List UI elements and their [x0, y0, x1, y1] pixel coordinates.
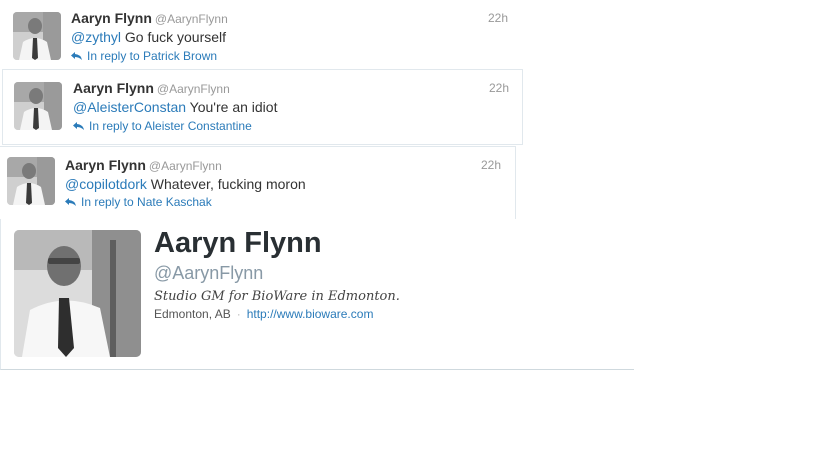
reply-arrow-icon — [71, 50, 82, 64]
tweet-item[interactable]: Aaryn Flynn @AarynFlynn 22h @AleisterCons… — [2, 69, 523, 145]
in-reply-to-link[interactable]: In reply to Patrick Brown — [71, 49, 217, 64]
profile-handle: @AarynFlynn — [154, 263, 264, 283]
avatar[interactable] — [7, 157, 55, 205]
profile-meta: Edmonton, AB · http://www.bioware.com — [154, 307, 373, 321]
reply-arrow-icon — [73, 120, 84, 134]
avatar[interactable] — [14, 82, 62, 130]
tweet-header: Aaryn Flynn @AarynFlynn — [65, 157, 222, 175]
in-reply-to-link[interactable]: In reply to Nate Kaschak — [65, 195, 212, 210]
profile-card: Aaryn Flynn @AarynFlynn Studio GM for Bi… — [0, 219, 634, 370]
in-reply-to-link[interactable]: In reply to Aleister Constantine — [73, 119, 252, 134]
tweet-body: Whatever, fucking moron — [146, 176, 306, 192]
tweet-text: @zythyl Go fuck yourself — [71, 29, 226, 45]
reply-label: In reply to Aleister Constantine — [89, 119, 252, 133]
author-handle[interactable]: @AarynFlynn — [149, 159, 222, 173]
avatar[interactable] — [13, 12, 61, 60]
author-handle[interactable]: @AarynFlynn — [157, 82, 230, 96]
tweet-header: Aaryn Flynn @AarynFlynn — [71, 10, 228, 28]
author-handle[interactable]: @AarynFlynn — [155, 12, 228, 26]
profile-location: Edmonton, AB — [154, 307, 231, 321]
mention-link[interactable]: @copilotdork — [65, 176, 147, 192]
tweet-text: @AleisterConstan You're an idiot — [73, 99, 277, 115]
profile-avatar[interactable] — [14, 230, 141, 357]
profile-bio: Studio GM for BioWare in Edmonton. — [154, 289, 400, 304]
tweet-item[interactable]: Aaryn Flynn @AarynFlynn 22h @copilotdork … — [0, 146, 516, 219]
tweet-body: You're an idiot — [186, 99, 278, 115]
mention-link[interactable]: @AleisterConstan — [73, 99, 186, 115]
reply-label: In reply to Patrick Brown — [87, 49, 218, 63]
author-name[interactable]: Aaryn Flynn — [65, 157, 146, 173]
twitter-page: Aaryn Flynn @AarynFlynn 22h @zythyl Go fu… — [0, 0, 819, 460]
reply-arrow-icon — [65, 196, 76, 210]
tweet-timestamp[interactable]: 22h — [481, 158, 501, 172]
tweet-item[interactable]: Aaryn Flynn @AarynFlynn 22h @zythyl Go fu… — [0, 0, 512, 68]
tweet-timestamp[interactable]: 22h — [489, 81, 509, 95]
author-name[interactable]: Aaryn Flynn — [71, 10, 152, 26]
mention-link[interactable]: @zythyl — [71, 29, 121, 45]
profile-name: Aaryn Flynn — [154, 227, 322, 259]
reply-label: In reply to Nate Kaschak — [81, 195, 212, 209]
profile-url-link[interactable]: http://www.bioware.com — [247, 307, 374, 321]
meta-separator: · — [236, 307, 241, 321]
author-name[interactable]: Aaryn Flynn — [73, 80, 154, 96]
tweet-body: Go fuck yourself — [121, 29, 227, 45]
tweet-text: @copilotdork Whatever, fucking moron — [65, 176, 306, 192]
tweet-header: Aaryn Flynn @AarynFlynn — [73, 80, 230, 98]
tweet-timestamp[interactable]: 22h — [488, 11, 508, 25]
